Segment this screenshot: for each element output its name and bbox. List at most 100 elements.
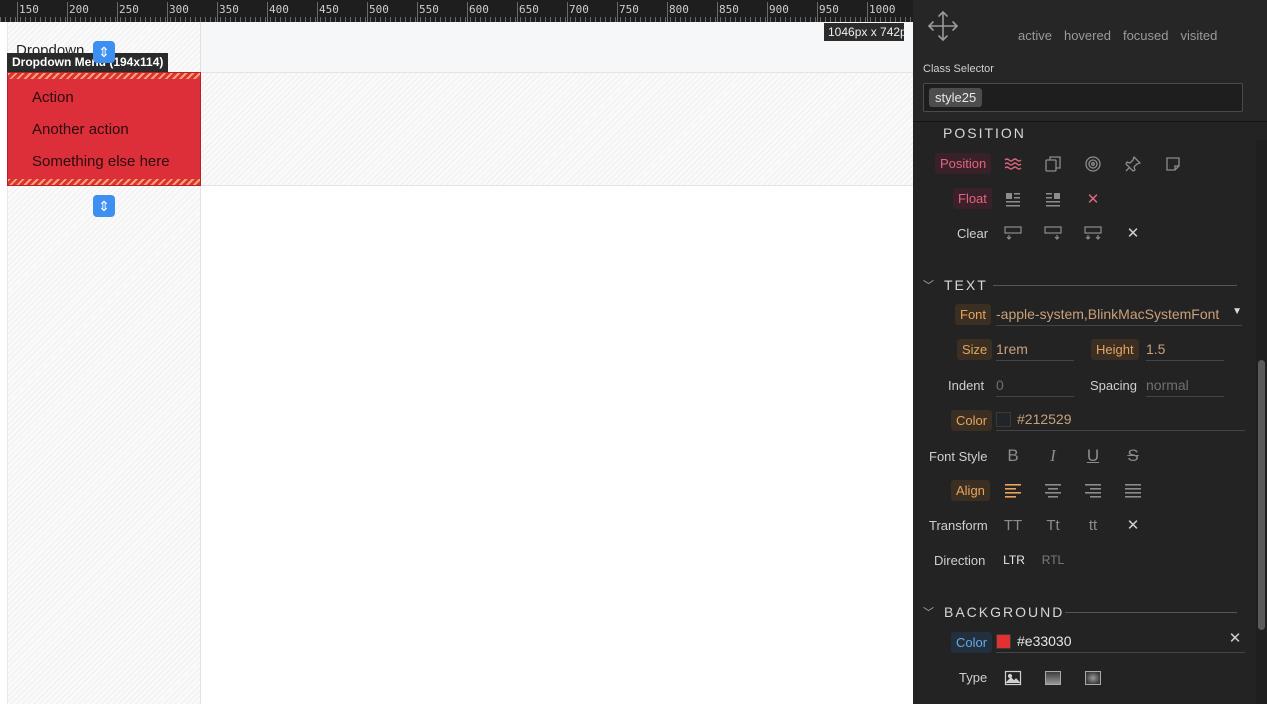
resize-handle-bottom[interactable]: ⇕ bbox=[93, 195, 115, 217]
ruler-label: 600 bbox=[469, 3, 489, 16]
ruler-label: 950 bbox=[819, 3, 839, 16]
chevron-down-icon: ﹀ bbox=[923, 280, 936, 292]
uppercase-button[interactable]: TT bbox=[1001, 514, 1025, 536]
horizontal-ruler: 150 200 250 300 350 400 450 500 550 600 650 700 750 8… bbox=[0, 0, 913, 22]
state-focused[interactable]: focused bbox=[1123, 28, 1169, 43]
relative-position-icon[interactable] bbox=[1041, 153, 1065, 175]
underline-button[interactable]: U bbox=[1081, 445, 1105, 467]
background-image-icon[interactable] bbox=[1001, 667, 1025, 689]
linear-gradient-icon[interactable] bbox=[1041, 667, 1065, 689]
state-active[interactable]: active bbox=[1018, 28, 1052, 43]
clear-left-icon[interactable] bbox=[1001, 222, 1025, 244]
transform-none-close-icon[interactable]: ✕ bbox=[1121, 514, 1145, 536]
move-icon[interactable] bbox=[926, 9, 960, 43]
ruler-tick bbox=[0, 17, 1, 22]
scrollbar-thumb[interactable] bbox=[1258, 360, 1265, 630]
text-color-swatch[interactable] bbox=[996, 412, 1011, 427]
ruler-major-tick bbox=[567, 2, 568, 22]
lowercase-button[interactable]: tt bbox=[1081, 514, 1105, 536]
style-panel: active hovered focused visited Class Sel… bbox=[913, 0, 1267, 704]
ruler-label: 150 bbox=[19, 3, 39, 16]
clear-right-icon[interactable] bbox=[1041, 222, 1065, 244]
bold-button[interactable]: B bbox=[1001, 445, 1025, 467]
panel-header: active hovered focused visited Class Sel… bbox=[913, 0, 1267, 122]
radial-gradient-icon[interactable] bbox=[1081, 667, 1105, 689]
section-divider bbox=[1065, 612, 1237, 613]
clear-both-icon[interactable] bbox=[1081, 222, 1105, 244]
fixed-pin-icon[interactable] bbox=[1121, 153, 1145, 175]
direction-label: Direction bbox=[934, 553, 986, 568]
clear-label: Clear bbox=[957, 226, 989, 241]
text-indent-input[interactable]: 0 bbox=[996, 375, 1074, 397]
class-selector-label: Class Selector bbox=[923, 63, 994, 75]
static-position-icon[interactable] bbox=[1001, 153, 1025, 175]
text-color-value: #212529 bbox=[1017, 411, 1072, 427]
letter-spacing-input[interactable]: normal bbox=[1146, 375, 1224, 397]
ruler-major-tick bbox=[667, 2, 668, 22]
align-center-icon[interactable] bbox=[1041, 480, 1065, 502]
background-color-label: Color bbox=[951, 632, 993, 653]
ruler-label: 550 bbox=[419, 3, 439, 16]
clear-none-close-icon[interactable]: ✕ bbox=[1121, 222, 1145, 244]
background-type-label: Type bbox=[959, 670, 988, 685]
ruler-major-tick bbox=[267, 2, 268, 22]
direction-rtl-button[interactable]: RTL bbox=[1040, 549, 1066, 571]
ruler-label: 700 bbox=[569, 3, 589, 16]
ruler-label: 850 bbox=[719, 3, 739, 16]
ruler-major-tick bbox=[17, 2, 18, 22]
background-color-input[interactable]: #e33030 bbox=[996, 631, 1245, 653]
font-style-label: Font Style bbox=[929, 449, 988, 464]
line-height-input[interactable]: 1.5 bbox=[1146, 339, 1224, 361]
state-tabs: active hovered focused visited bbox=[1018, 28, 1217, 43]
ruler-label: 750 bbox=[619, 3, 639, 16]
text-section-title: TEXT bbox=[944, 277, 988, 293]
transform-label: Transform bbox=[929, 518, 988, 533]
clear-background-close-icon[interactable]: ✕ bbox=[1223, 627, 1247, 649]
ruler-label: 400 bbox=[269, 3, 289, 16]
empty-row-area[interactable] bbox=[201, 73, 913, 186]
class-tag[interactable]: style25 bbox=[929, 88, 983, 107]
float-right-icon[interactable] bbox=[1041, 188, 1065, 210]
state-visited[interactable]: visited bbox=[1181, 28, 1218, 43]
text-color-input[interactable]: #212529 bbox=[996, 409, 1245, 431]
text-section-header[interactable]: ﹀ TEXT bbox=[923, 277, 988, 293]
background-section-header[interactable]: ﹀ BACKGROUND bbox=[923, 604, 1064, 620]
ruler-major-tick bbox=[167, 2, 168, 22]
italic-button[interactable]: I bbox=[1041, 445, 1065, 467]
design-canvas[interactable]: 150 200 250 300 350 400 450 500 550 600 650 700 750 8… bbox=[0, 0, 913, 704]
align-left-icon[interactable] bbox=[1001, 480, 1025, 502]
canvas-size-readout: 1046px x 742px bbox=[824, 23, 904, 41]
selection-label: Dropdown Menu (194x114) bbox=[7, 53, 169, 72]
strikethrough-button[interactable]: S bbox=[1121, 445, 1145, 467]
ruler-tick bbox=[5, 17, 6, 22]
font-size-input[interactable]: 1rem bbox=[996, 339, 1074, 361]
section-divider bbox=[993, 285, 1237, 286]
menu-item-action[interactable]: Action bbox=[32, 89, 74, 106]
sticky-note-icon[interactable] bbox=[1161, 153, 1185, 175]
float-none-close-icon[interactable]: ✕ bbox=[1081, 188, 1105, 210]
absolute-position-icon[interactable] bbox=[1081, 153, 1105, 175]
align-justify-icon[interactable] bbox=[1121, 480, 1145, 502]
class-selector-input[interactable]: style25 bbox=[923, 83, 1243, 112]
menu-item-something-else[interactable]: Something else here bbox=[32, 153, 170, 170]
ruler-major-tick bbox=[817, 2, 818, 22]
size-label: Size bbox=[957, 339, 993, 360]
menu-item-another-action[interactable]: Another action bbox=[32, 121, 129, 138]
navbar-area[interactable] bbox=[201, 22, 913, 73]
dropdown-menu[interactable]: Action Another action Something else her… bbox=[7, 72, 201, 186]
font-family-select[interactable]: -apple-system,BlinkMacSystemFont ▼ bbox=[996, 304, 1242, 326]
align-right-icon[interactable] bbox=[1081, 480, 1105, 502]
resize-handle-top[interactable]: ⇕ bbox=[93, 41, 115, 63]
float-left-icon[interactable] bbox=[1001, 188, 1025, 210]
ruler-major-tick bbox=[367, 2, 368, 22]
dropdown-arrow-icon: ▼ bbox=[1232, 306, 1242, 317]
ruler-label: 800 bbox=[669, 3, 689, 16]
position-section-title[interactable]: POSITION bbox=[943, 125, 1026, 141]
capitalize-button[interactable]: Tt bbox=[1041, 514, 1065, 536]
font-label: Font bbox=[955, 304, 992, 325]
direction-ltr-button[interactable]: LTR bbox=[1001, 549, 1027, 571]
background-color-swatch[interactable] bbox=[996, 634, 1011, 649]
state-hovered[interactable]: hovered bbox=[1064, 28, 1111, 43]
background-section-title: BACKGROUND bbox=[944, 604, 1065, 620]
panel-scrollbar[interactable] bbox=[1256, 140, 1267, 704]
